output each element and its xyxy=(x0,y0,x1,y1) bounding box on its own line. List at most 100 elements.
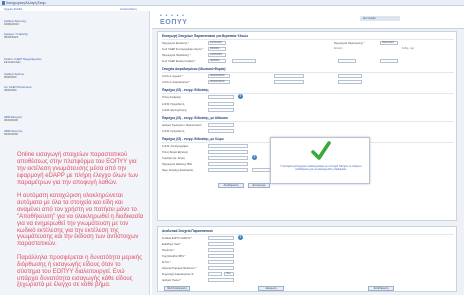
delivery-date-field[interactable]: 10/03/2023 xyxy=(208,53,226,57)
field-label: Τιμολόγιο Αρ. Σειράς xyxy=(162,157,185,160)
field-label: Α.Μ.Κ.Α. Αρχείου * xyxy=(162,75,183,78)
field-label: Αξιώσεις Παροχέα Προϊόντων * xyxy=(162,267,197,270)
promo-paragraph-3: Παράλληλα προσφέρεται η δυνατότητα μερικ… xyxy=(17,254,143,289)
prescriber-code-field[interactable]: 0000000 xyxy=(208,47,226,51)
items-count-field[interactable] xyxy=(208,278,234,282)
vat-field[interactable] xyxy=(208,260,234,264)
header-pill[interactable]: Ἐπὶ σελίδα xyxy=(360,16,400,21)
sidebar-item-value: 19999/2023 xyxy=(4,22,19,27)
participation-pct-select[interactable]: Ποσ. xyxy=(224,272,234,276)
sidebar-item-stats: Αρ. ΚΑΕΠ Στατιστικών 00000000 xyxy=(4,85,32,93)
cancel-button[interactable]: Ακύρωση xyxy=(258,286,284,291)
amka-extra-field[interactable] xyxy=(338,74,362,78)
app-icon xyxy=(1,1,5,5)
field-label: Α.Φ.Μ. Συνταγογράφου xyxy=(162,145,189,148)
save-details-button[interactable]: Αποθήκευση xyxy=(368,286,394,291)
field-label: Τύπος Αναφοράς xyxy=(162,96,181,99)
unified-code-select[interactable] xyxy=(232,59,256,63)
field-label: Αριθμός Υλικών * xyxy=(162,279,182,282)
field-label: Συμμετοχή Ασφαλισμένου % xyxy=(162,273,194,276)
help-icon[interactable]: ? xyxy=(238,94,243,99)
section-title-entry: Εισαγωγή Στοιχείων Παραστατικού για Θερα… xyxy=(162,34,249,38)
eopyy-logo: • • • • • ΕΟΠΥΥ xyxy=(160,14,208,27)
field-label: Κωδικός ΕΟΠΥΥ ΕΙΔΟΥΣ * xyxy=(162,237,193,240)
extra-field-1[interactable] xyxy=(338,59,356,63)
logo-name: ΕΟΠΥΥ xyxy=(160,19,188,26)
details-form: Αναλυτικά Στοιχεία Παραστατικού Κωδικός … xyxy=(157,226,457,292)
field-label: Κωδ. ΚΑΕΠ Συνταγογράφου Ιατρού * xyxy=(162,48,204,51)
sidebar-item-value: 00000000 xyxy=(4,75,17,80)
checkmark-icon xyxy=(311,141,331,160)
select-hint-2: Καθορ. τιμή xyxy=(402,48,414,50)
sidebar-item-value: 00000000 xyxy=(4,88,17,93)
prescriber-afm-field[interactable] xyxy=(208,144,248,148)
field-label: Ημερομηνία Εκτέλεσης * xyxy=(162,42,190,45)
field-label: Ημερομηνία Παράδοσης * xyxy=(162,54,191,57)
referral-date-field[interactable]: 09/03/2023 xyxy=(380,41,398,45)
invoice-number-field[interactable] xyxy=(208,123,234,127)
divider xyxy=(162,93,454,94)
divider xyxy=(162,39,454,40)
logout-link[interactable]: Αποσύνδεση xyxy=(120,7,137,11)
sidebar-item-value: ΣΕ ΕΞΕΛΙΞΗ xyxy=(4,60,21,65)
pke-date-field[interactable] xyxy=(208,162,248,166)
provider-claims-field[interactable] xyxy=(208,266,234,270)
success-message: Η αυτόματη καταχώριση ολοκληρώθηκε με επ… xyxy=(280,165,362,172)
home-link[interactable]: Αρχική Σελίδα xyxy=(4,7,22,11)
exec-date-field[interactable]: 10/03/2023 xyxy=(208,41,226,45)
insured-name-field[interactable] xyxy=(274,80,304,84)
issued-item-field[interactable] xyxy=(208,242,234,246)
amka-archive-field[interactable]: 00000000000 xyxy=(208,74,230,78)
amka-insured-field[interactable]: 00000000000 xyxy=(208,80,230,84)
sidebar-item-status: Κατάστ. ΚΑΕΠ Προγράμματος ΣΕ ΕΞΕΛΙΞΗ xyxy=(4,57,42,65)
help-icon[interactable]: ? xyxy=(252,155,257,160)
invoice-series-field[interactable] xyxy=(208,156,248,160)
insured-extra-field[interactable] xyxy=(338,80,362,84)
back-button[interactable]: Επιστροφή xyxy=(248,183,270,188)
section-title-provider-space: Παρόχος (Ιδ) - ενεργ. Ειδικότης, με Χώρο xyxy=(162,137,224,141)
supplier-afm-field[interactable] xyxy=(208,102,234,106)
field-label: Α.Μ.Κ.Α. Ασφαλισμένου * xyxy=(162,81,191,84)
field-label: Ημερομηνία Έκδοσης ΠΚΕ xyxy=(162,163,192,166)
sidebar-item-owner-afm: ΑΦΜ Ιδιοκτήτη 000000000 xyxy=(4,129,22,137)
select-hint: Επιλογή xyxy=(334,48,343,50)
voucher-form: Εισαγωγή Στοιχείων Παραστατικού για Θερα… xyxy=(157,31,457,221)
sidebar-item-value: 000000000 xyxy=(4,132,18,137)
field-label: Α.Φ.Μ. Προμηθευτή xyxy=(162,103,185,106)
amka-name-field[interactable] xyxy=(274,74,304,78)
quantity-field[interactable] xyxy=(208,248,234,252)
field-label: Α.Φ.Μ. Προμηθευτή xyxy=(162,130,185,133)
service-afm-field[interactable] xyxy=(208,108,234,112)
window-title: Καταχώριση/Αλλαγή Εκτιμ. xyxy=(6,0,47,5)
exam-body-field[interactable] xyxy=(208,150,248,154)
sidebar-item-value: 09/03/2023 xyxy=(4,35,18,40)
field-label: Εκδόθηκε Υλικό * xyxy=(162,243,182,246)
success-dialog: Η αυτόματη καταχώριση ολοκληρώθηκε με επ… xyxy=(270,137,370,184)
section-title-insured: Στοιχεία Ασφαλισμένου (Ιδιωτικού Φορέα) xyxy=(162,67,226,71)
save-button[interactable]: Αποθήκευση xyxy=(218,183,244,188)
new-entry-button[interactable]: Νέα Καταχώριση xyxy=(164,286,190,291)
participation-field[interactable] xyxy=(208,272,222,276)
reference-type-field[interactable] xyxy=(208,95,234,99)
header-pill-label: Ἐπὶ σελίδα xyxy=(363,16,376,20)
unit-price-field[interactable] xyxy=(208,254,234,258)
unified-code-field[interactable]: 0000000 xyxy=(208,59,226,63)
promo-paragraph-2: Η αυτόματη καταχώριση ολοκληρώνεται αυτό… xyxy=(17,193,144,248)
field-label: Ημερομηνία Παραπομπής * xyxy=(334,42,365,45)
supplier-afm-field-2[interactable] xyxy=(208,129,234,133)
sidebar-item-value: 000000000 xyxy=(4,118,18,123)
extra-field-2[interactable] xyxy=(380,59,398,63)
field-label: Τιμή Μονάδας ΦΠΑ * xyxy=(162,255,186,258)
item-code-field[interactable] xyxy=(208,236,234,240)
sidebar-item-assessor-afm: ΑΦΜ Εκτιμητή 000000000 xyxy=(4,115,22,123)
right-start-date-field[interactable] xyxy=(208,168,248,172)
help-icon[interactable]: ? xyxy=(238,235,243,240)
field-label: Τύπος Φορέα Εξέτασης xyxy=(162,151,189,154)
divider xyxy=(162,121,454,122)
divider xyxy=(162,234,454,235)
field-label: Φ.Π.Α. * xyxy=(162,261,172,264)
field-label: Αριθμός Τιμολογίου / Παραστατικού xyxy=(162,124,202,127)
sidebar-item-submission-date: Ημερομ. Υποβολής 09/03/2023 xyxy=(4,32,28,40)
sidebar-item-voucher: Αριθμός Δελτίου 00000000 xyxy=(4,72,24,80)
promo-paragraph-1: Online εισαγωγή στοιχείων παραστατικού α… xyxy=(17,152,138,186)
